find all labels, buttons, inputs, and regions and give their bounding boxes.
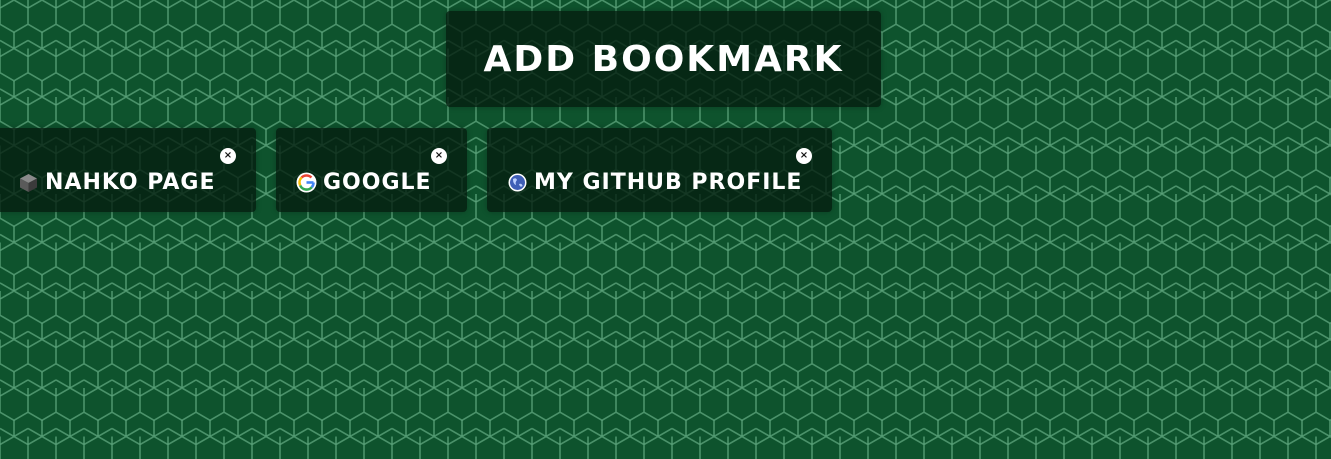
add-bookmark-label: ADD BOOKMARK [483,38,844,80]
bookmark-card: × MY GITHUB PROFILE [487,128,832,212]
bookmark-title: NAHKO PAGE [45,170,216,195]
bookmark-link[interactable]: NAHKO PAGE [18,170,216,195]
close-icon[interactable]: × [220,148,236,164]
bookmark-title: MY GITHUB PROFILE [534,170,803,195]
google-icon [296,172,317,193]
bookmark-title: GOOGLE [323,170,432,195]
bookmark-link[interactable]: MY GITHUB PROFILE [507,170,802,195]
add-bookmark-button[interactable]: ADD BOOKMARK [446,11,881,107]
close-icon[interactable]: × [796,148,812,164]
cube-icon [18,172,39,193]
bookmark-link[interactable]: GOOGLE [296,170,432,195]
globe-icon [507,172,528,193]
close-icon[interactable]: × [431,148,447,164]
bookmark-card: × NAHKO PAGE [0,128,256,212]
bookmark-card: × GOOGLE [276,128,467,212]
